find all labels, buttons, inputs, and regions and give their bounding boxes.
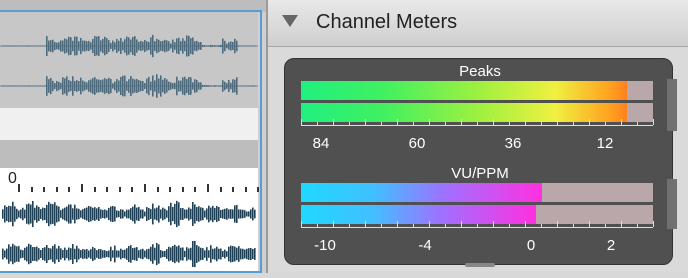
vu-meter-right (301, 205, 653, 224)
scale-tick (333, 119, 334, 125)
scale-tick (381, 224, 382, 227)
scale-tick (573, 224, 574, 227)
vu-scale-label: 0 (526, 237, 536, 254)
scale-tick (333, 221, 334, 227)
peaks-scale-line (301, 125, 653, 126)
scale-tick (445, 224, 446, 227)
channel-meters-pane: Channel Meters Peaks 84 60 36 12 VU/PPM … (268, 0, 688, 273)
vu-meter-right-fill (301, 205, 537, 224)
scale-tick (429, 221, 430, 227)
scale-tick (589, 221, 590, 227)
scale-tick (637, 122, 638, 125)
scale-tick (605, 122, 606, 125)
scale-tick (477, 122, 478, 125)
scale-tick (365, 119, 366, 125)
scale-tick (397, 221, 398, 227)
vu-scale-line (301, 227, 653, 228)
scale-tick (349, 224, 350, 227)
peaks-meter-left-fill (301, 81, 627, 100)
scale-tick (365, 221, 366, 227)
scale-tick (621, 221, 622, 227)
scale-tick (653, 119, 654, 125)
scale-tick (349, 122, 350, 125)
scale-tick (637, 224, 638, 227)
scale-tick (509, 224, 510, 227)
vu-scale-label: -10 (314, 237, 336, 254)
scale-tick (589, 119, 590, 125)
vu-scale-label: 2 (606, 237, 616, 254)
peaks-scale-label: 12 (596, 135, 614, 152)
vu-meter-left (301, 183, 653, 202)
scale-tick (509, 122, 510, 125)
peaks-scale-label: 36 (504, 135, 522, 152)
selection-outline (0, 10, 262, 273)
scale-tick (301, 221, 302, 227)
scale-tick (477, 224, 478, 227)
disclosure-triangle-down-icon[interactable] (282, 15, 298, 27)
scale-tick (557, 119, 558, 125)
scale-tick (413, 122, 414, 125)
scale-tick (605, 224, 606, 227)
peaks-meter-right (301, 103, 653, 122)
vu-scroll-edge (667, 179, 677, 229)
scale-tick (541, 224, 542, 227)
scale-tick (557, 221, 558, 227)
scale-tick (653, 221, 654, 227)
vu-label: VU/PPM (451, 165, 509, 182)
scale-tick (541, 122, 542, 125)
scale-tick (301, 119, 302, 125)
scale-tick (461, 221, 462, 227)
scale-tick (573, 122, 574, 125)
panel-title: Channel Meters (316, 11, 458, 33)
scale-tick (461, 119, 462, 125)
scale-tick (397, 119, 398, 125)
scale-tick (429, 119, 430, 125)
vu-scale-label: -4 (418, 237, 432, 254)
peaks-meter-right-fill (301, 103, 627, 122)
scale-tick (413, 224, 414, 227)
waveform-editor-area[interactable]: 0 (0, 0, 266, 273)
peaks-scroll-edge (667, 79, 677, 131)
scale-tick (525, 221, 526, 227)
peaks-label: Peaks (459, 63, 501, 80)
meter-panel: Peaks 84 60 36 12 VU/PPM -10 -4 0 2 (284, 58, 677, 265)
scale-tick (621, 119, 622, 125)
peaks-scale-label: 60 (408, 135, 426, 152)
peaks-scale-label: 84 (312, 135, 330, 152)
channel-meters-header[interactable]: Channel Meters (268, 0, 688, 47)
scale-tick (317, 224, 318, 227)
resize-grip[interactable] (465, 263, 495, 267)
vu-meter-left-fill (301, 183, 543, 202)
scale-tick (493, 119, 494, 125)
scale-tick (381, 122, 382, 125)
scale-tick (445, 122, 446, 125)
scale-tick (525, 119, 526, 125)
scale-tick (493, 221, 494, 227)
peaks-meter-left (301, 81, 653, 100)
scale-tick (317, 122, 318, 125)
